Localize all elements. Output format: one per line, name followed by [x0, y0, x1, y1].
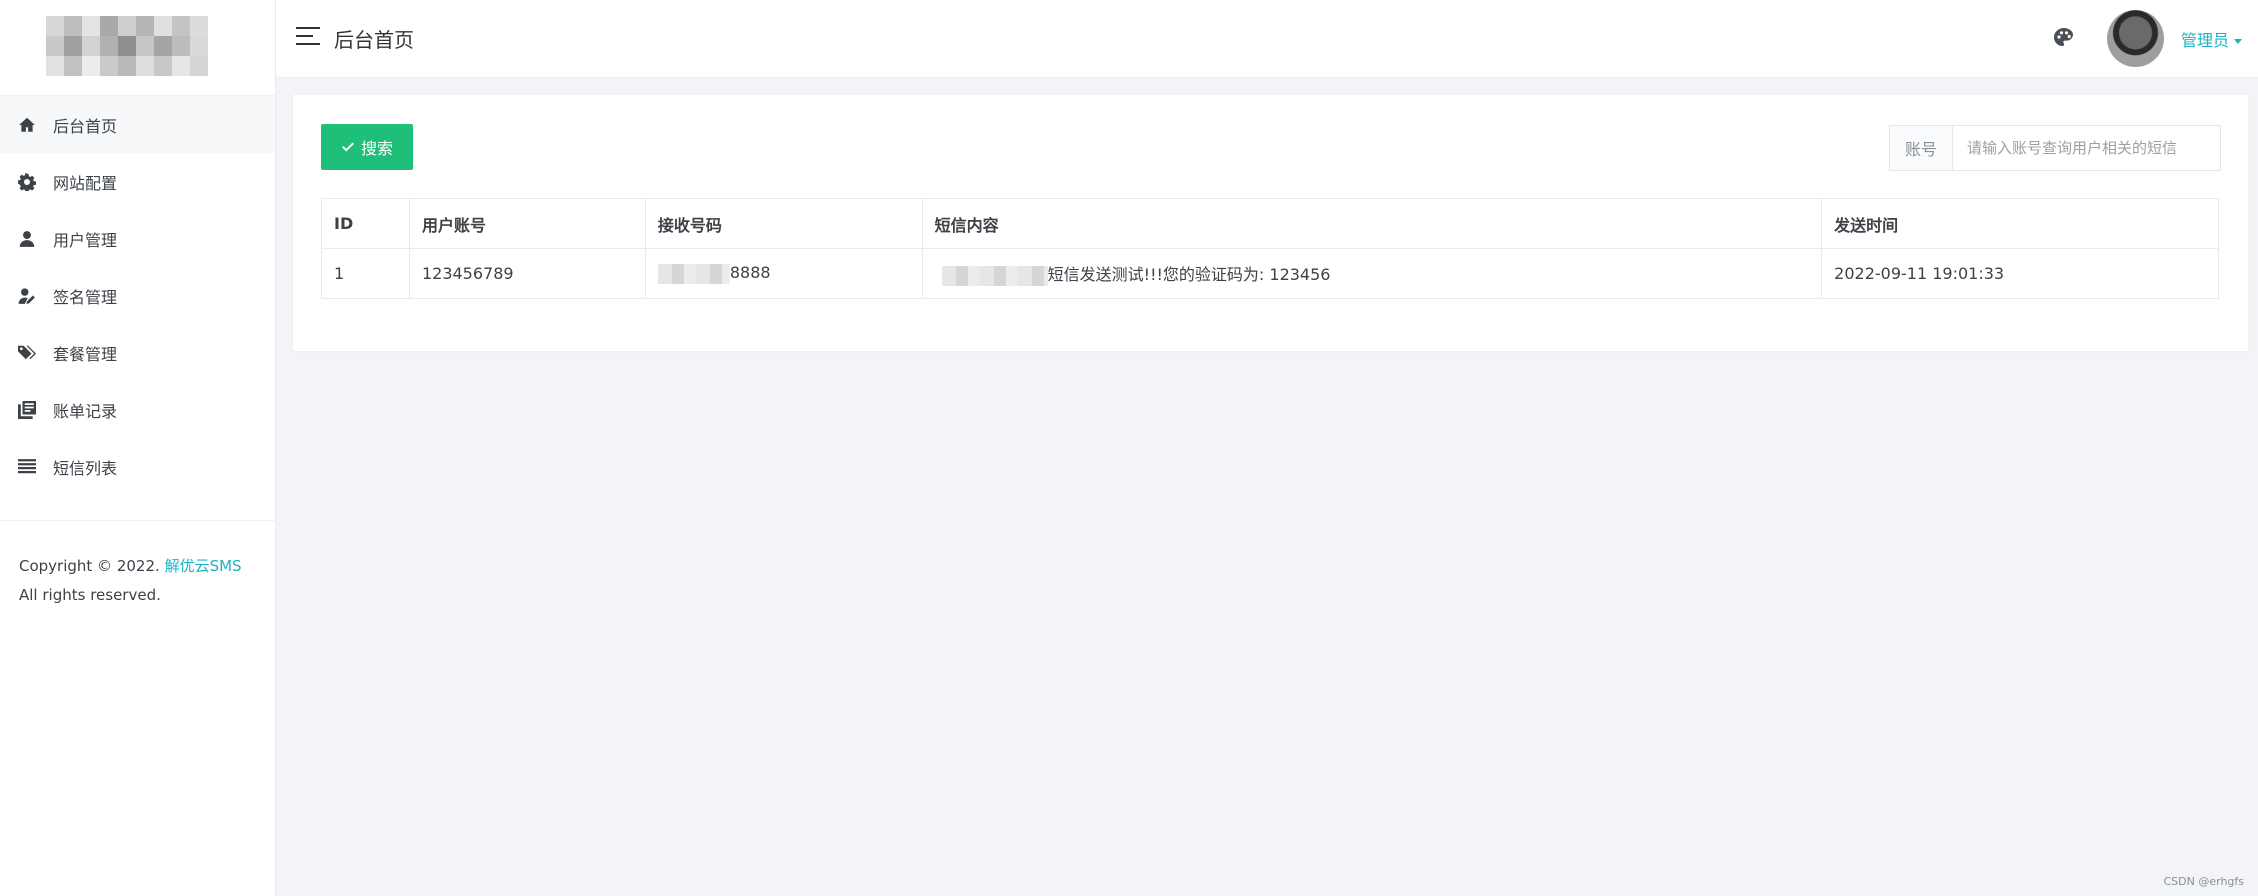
copyright: Copyright © 2022. 解优云SMS All rights rese…	[19, 552, 242, 610]
account-search-group: 账号	[1889, 125, 2221, 171]
copyright-prefix: Copyright © 2022.	[19, 557, 160, 575]
account-label: 账号	[1890, 126, 1953, 170]
content-visible: 短信发送测试!!!您的验证码为: 123456	[1047, 265, 1331, 285]
cell-phone: 8888	[644, 248, 923, 299]
menu-toggle-icon[interactable]	[296, 27, 320, 49]
copyright-suffix: All rights reserved.	[19, 586, 161, 604]
sidebar-item-sms-list[interactable]: 短信列表	[0, 438, 275, 495]
watermark: CSDN @erhgfs	[2163, 875, 2244, 888]
topbar: 后台首页 管理员	[276, 0, 2258, 78]
gear-icon	[17, 172, 37, 192]
sidebar-item-bills[interactable]: 账单记录	[0, 381, 275, 438]
sidebar-divider	[0, 520, 275, 521]
account-search-input[interactable]	[1953, 126, 2220, 170]
redacted-blur	[657, 263, 730, 284]
col-phone: 接收号码	[644, 198, 923, 249]
user-name: 管理员	[2181, 31, 2230, 50]
sidebar-item-label: 短信列表	[53, 458, 118, 478]
col-content: 短信内容	[921, 198, 1823, 249]
col-time: 发送时间	[1821, 198, 2219, 249]
table-header-row: ID 用户账号 接收号码 短信内容 发送时间	[321, 198, 2219, 249]
col-account: 用户账号	[408, 198, 646, 249]
sidebar-item-signatures[interactable]: 签名管理	[0, 267, 275, 324]
phone-visible: 8888	[729, 263, 771, 283]
sidebar-item-users[interactable]: 用户管理	[0, 210, 275, 267]
cell-id: 1	[321, 248, 410, 299]
search-button-label: 搜索	[360, 139, 393, 158]
sms-list-card: 搜索 账号 ID 用户账号 接收号码 短信内容 发送时间 1 123456789…	[293, 95, 2248, 351]
book-icon	[17, 400, 37, 420]
redacted-blur	[941, 265, 1048, 286]
sidebar-item-label: 后台首页	[53, 116, 118, 136]
sidebar-item-label: 用户管理	[53, 230, 118, 250]
cell-account: 123456789	[408, 248, 646, 299]
sidebar-item-label: 套餐管理	[53, 344, 118, 364]
tags-icon	[17, 343, 37, 363]
brand-link[interactable]: 解优云SMS	[165, 557, 242, 575]
sidebar-item-label: 网站配置	[53, 173, 118, 193]
sms-table: ID 用户账号 接收号码 短信内容 发送时间 1 123456789 8888 …	[321, 198, 2219, 299]
search-button[interactable]: 搜索	[321, 124, 413, 170]
col-id: ID	[321, 198, 410, 249]
sidebar: 后台首页 网站配置 用户管理 签名管理 套餐管理 账单记录 短信列表 Copyr…	[0, 0, 276, 896]
avatar[interactable]	[2107, 10, 2164, 67]
sidebar-item-home[interactable]: 后台首页	[0, 96, 275, 153]
user-menu[interactable]: 管理员	[2181, 27, 2243, 51]
sidebar-item-label: 账单记录	[53, 401, 118, 421]
brand-logo[interactable]	[46, 16, 208, 76]
check-icon	[342, 142, 354, 152]
home-icon	[17, 115, 37, 135]
sidebar-item-packages[interactable]: 套餐管理	[0, 324, 275, 381]
list-icon	[17, 457, 37, 477]
cell-time: 2022-09-11 19:01:33	[1821, 248, 2219, 299]
cell-content: 短信发送测试!!!您的验证码为: 123456	[921, 248, 1823, 299]
palette-icon[interactable]	[2052, 26, 2076, 50]
user-edit-icon	[17, 286, 37, 306]
sidebar-nav: 后台首页 网站配置 用户管理 签名管理 套餐管理 账单记录 短信列表	[0, 96, 275, 495]
page-title: 后台首页	[334, 28, 414, 52]
sidebar-item-site-config[interactable]: 网站配置	[0, 153, 275, 210]
caret-down-icon	[2234, 39, 2243, 44]
logo-area	[0, 0, 275, 96]
user-icon	[17, 229, 37, 249]
table-row[interactable]: 1 123456789 8888 短信发送测试!!!您的验证码为: 123456…	[321, 248, 2219, 299]
sidebar-item-label: 签名管理	[53, 287, 118, 307]
